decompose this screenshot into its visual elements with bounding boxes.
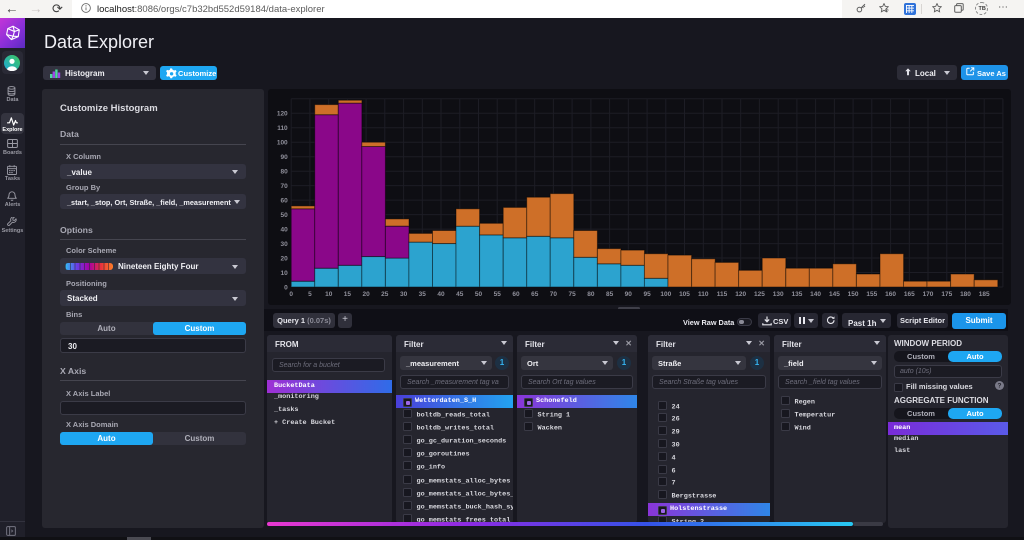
svg-text:100: 100	[277, 140, 288, 147]
svg-text:5: 5	[308, 291, 312, 298]
svg-text:110: 110	[698, 291, 709, 298]
svg-text:180: 180	[960, 291, 971, 298]
svg-text:60: 60	[280, 197, 288, 204]
svg-text:40: 40	[280, 226, 288, 233]
svg-text:165: 165	[904, 291, 915, 298]
svg-text:115: 115	[717, 291, 728, 298]
svg-text:15: 15	[344, 291, 352, 298]
svg-text:95: 95	[643, 291, 651, 298]
svg-text:0: 0	[284, 284, 288, 291]
svg-text:120: 120	[277, 111, 288, 118]
svg-text:50: 50	[280, 212, 288, 219]
svg-text:?: ?	[998, 383, 1002, 390]
svg-text:175: 175	[941, 291, 952, 298]
svg-text:130: 130	[773, 291, 784, 298]
svg-text:100: 100	[660, 291, 671, 298]
svg-text:10: 10	[280, 270, 288, 277]
svg-text:105: 105	[679, 291, 690, 298]
svg-text:155: 155	[866, 291, 877, 298]
svg-text:55: 55	[494, 291, 502, 298]
svg-text:50: 50	[475, 291, 483, 298]
svg-text:185: 185	[979, 291, 990, 298]
svg-text:125: 125	[754, 291, 765, 298]
svg-text:30: 30	[280, 241, 288, 248]
svg-text:150: 150	[848, 291, 859, 298]
svg-text:45: 45	[456, 291, 464, 298]
svg-text:170: 170	[923, 291, 934, 298]
svg-text:0: 0	[289, 291, 293, 298]
svg-text:120: 120	[735, 291, 746, 298]
svg-text:75: 75	[568, 291, 576, 298]
svg-text:30: 30	[400, 291, 408, 298]
svg-text:40: 40	[437, 291, 445, 298]
svg-text:80: 80	[280, 169, 288, 176]
svg-text:80: 80	[587, 291, 595, 298]
svg-text:135: 135	[791, 291, 802, 298]
svg-text:20: 20	[362, 291, 370, 298]
svg-text:35: 35	[419, 291, 427, 298]
svg-text:110: 110	[277, 125, 288, 132]
svg-text:60: 60	[512, 291, 520, 298]
svg-text:85: 85	[606, 291, 614, 298]
svg-text:90: 90	[625, 291, 633, 298]
svg-text:145: 145	[829, 291, 840, 298]
svg-text:65: 65	[531, 291, 539, 298]
svg-text:140: 140	[810, 291, 821, 298]
svg-text:90: 90	[280, 154, 288, 161]
svg-text:10: 10	[325, 291, 333, 298]
svg-text:25: 25	[381, 291, 389, 298]
svg-text:160: 160	[885, 291, 896, 298]
svg-text:70: 70	[550, 291, 558, 298]
svg-text:70: 70	[280, 183, 288, 190]
svg-text:20: 20	[280, 255, 288, 262]
